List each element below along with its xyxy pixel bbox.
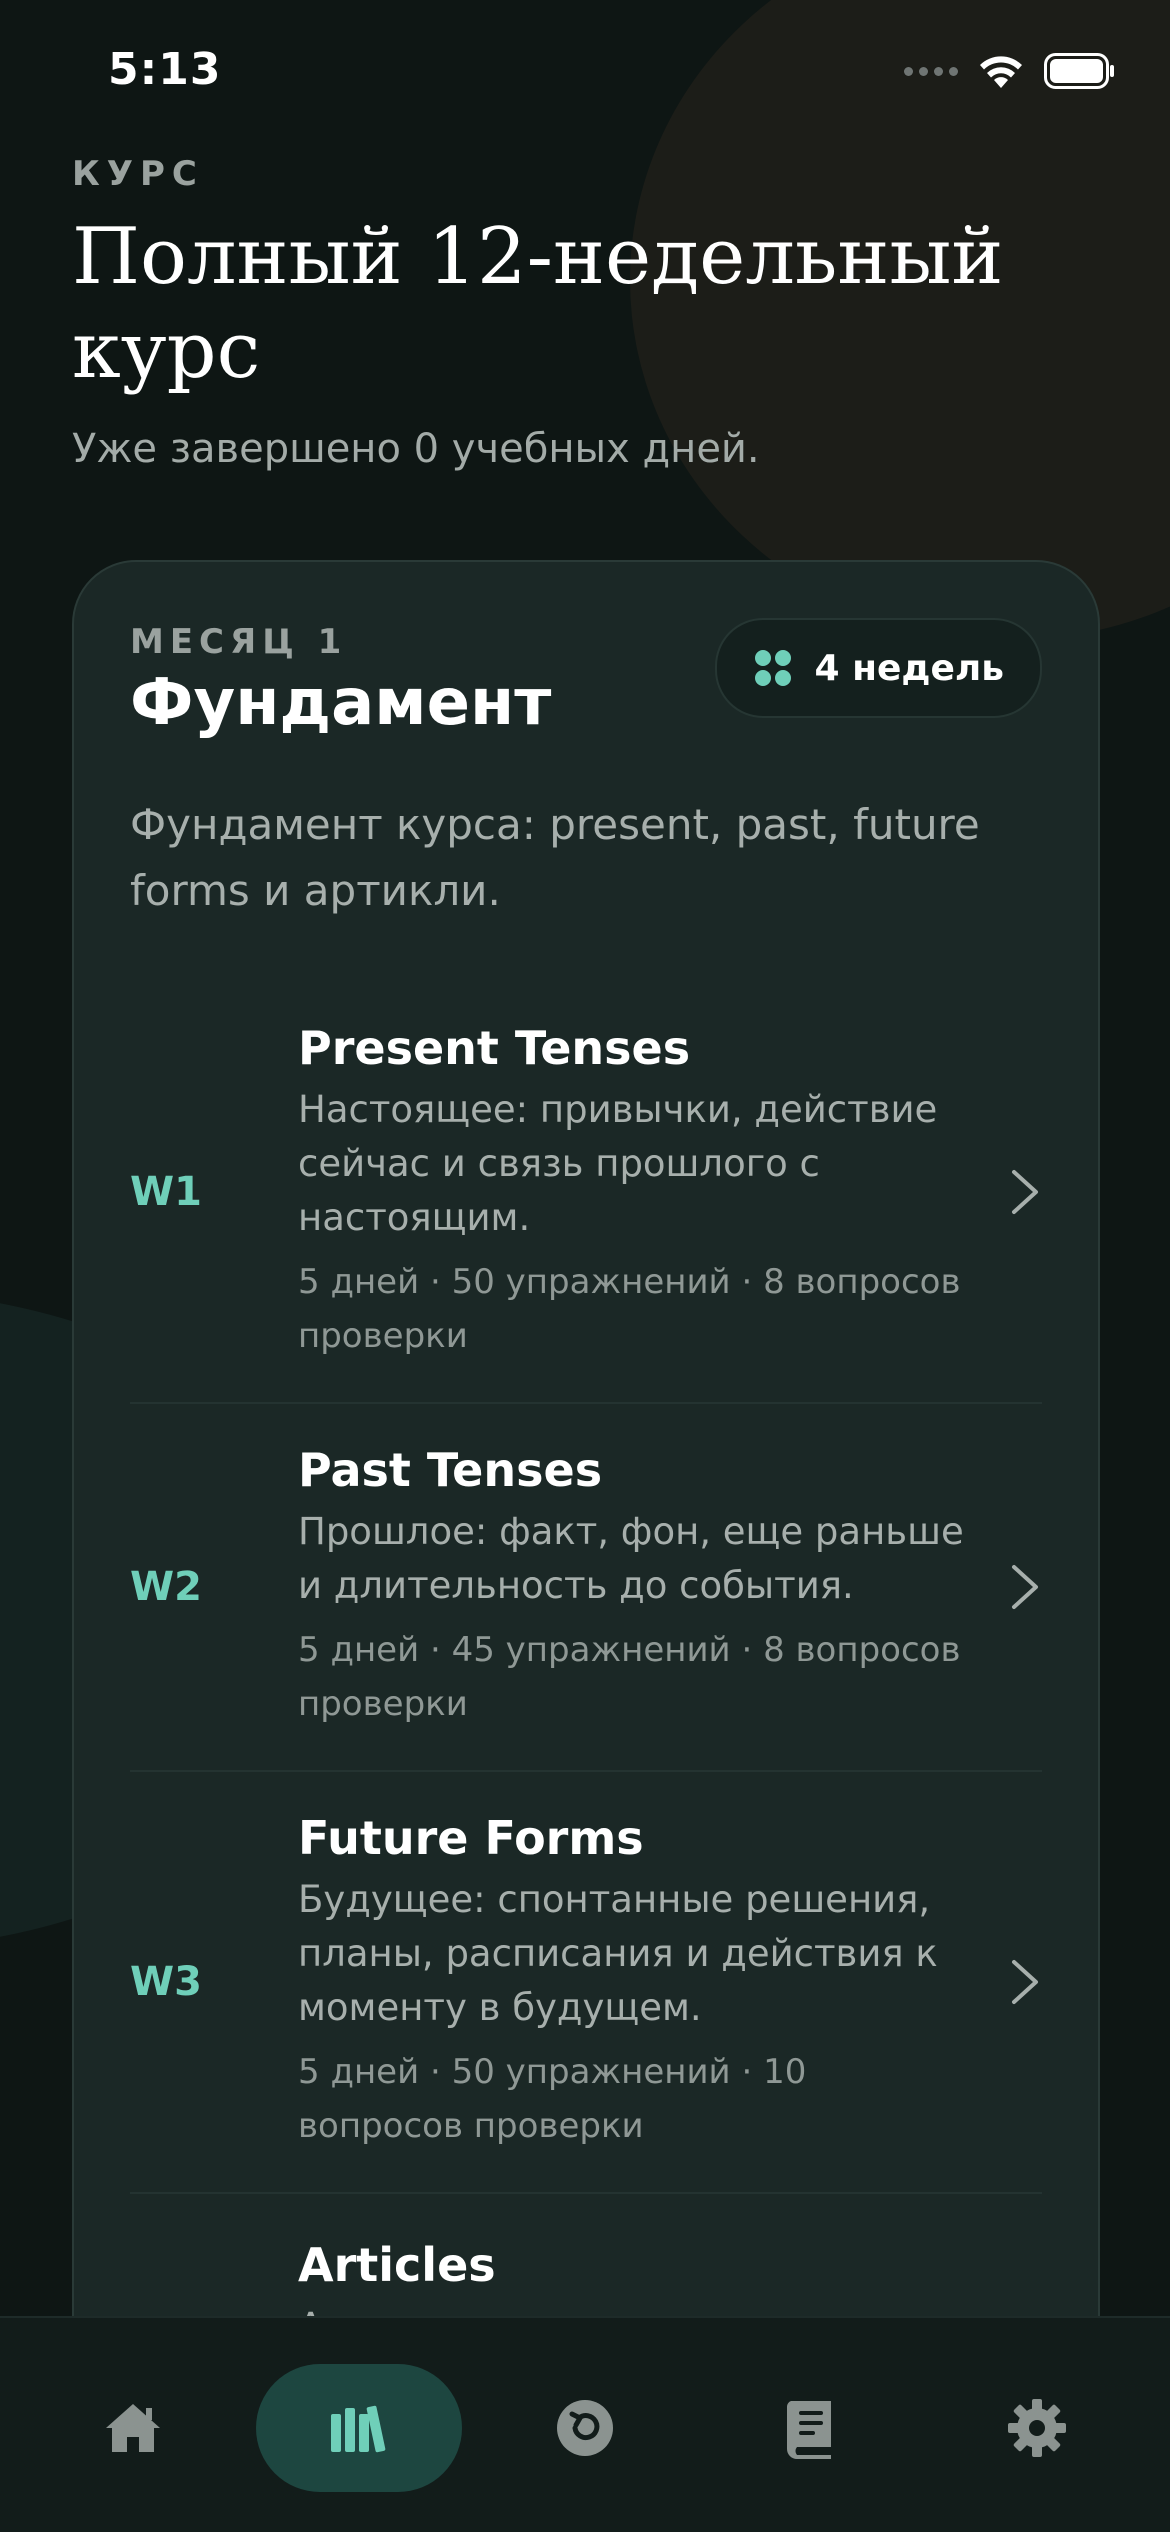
tab-bar <box>0 2316 1170 2532</box>
home-icon <box>106 2404 160 2452</box>
chevron-right-icon <box>1012 1565 1038 1609</box>
library-icon <box>331 2405 386 2453</box>
chevron-right-icon <box>1012 1170 1038 1214</box>
signal-icon <box>904 66 958 76</box>
week-row-w3[interactable]: W3 Future Forms Будущее: спонтанные реше… <box>130 1772 1042 2194</box>
week-description: Настоящее: привычки, действие сейчас и с… <box>298 1088 938 1239</box>
week-title: Present Tenses <box>298 1021 691 1075</box>
tab-home[interactable] <box>30 2364 236 2492</box>
month-card: МЕСЯЦ 1 Фундамент 4 недель Фундамент кур… <box>72 560 1100 2464</box>
battery-icon <box>1044 53 1114 89</box>
month-eyebrow: МЕСЯЦ 1 <box>130 622 348 662</box>
week-title: Future Forms <box>298 1811 644 1865</box>
week-row-w1[interactable]: W1 Present Tenses Настоящее: привычки, д… <box>130 982 1042 1404</box>
week-meta: 5 дней · 50 упражнений · 8 вопросов пров… <box>298 1262 961 1356</box>
status-time: 5:13 <box>108 44 222 95</box>
tab-library[interactable] <box>256 2364 462 2492</box>
weeks-count-label: 4 недель <box>814 647 1005 689</box>
gear-icon <box>1008 2399 1066 2457</box>
progress-summary: Уже завершено 0 учебных дней. <box>72 426 760 472</box>
weeks-count-badge: 4 недель <box>714 618 1042 718</box>
tab-history[interactable] <box>482 2364 688 2492</box>
week-meta: 5 дней · 50 упражнений · 10 вопросов про… <box>298 2052 807 2146</box>
status-icons <box>904 52 1116 90</box>
wifi-icon <box>980 56 1022 88</box>
page-title: Полный 12-недельный курс <box>72 212 1004 396</box>
history-icon <box>557 2400 613 2456</box>
week-code: W2 <box>130 1564 202 1610</box>
tab-dictionary[interactable] <box>708 2364 914 2492</box>
grid-icon <box>754 650 791 686</box>
week-title: Past Tenses <box>298 1443 603 1497</box>
week-code: W3 <box>130 1959 202 2005</box>
week-meta: 5 дней · 45 упражнений · 8 вопросов пров… <box>298 1630 961 1724</box>
week-row-w2[interactable]: W2 Past Tenses Прошлое: факт, фон, еще р… <box>130 1404 1042 1772</box>
month-description: Фундамент курса: present, past, future f… <box>130 800 980 915</box>
course-screen: 5:13 КУРС Полный 12-недельный курс Уже з… <box>0 0 1170 2532</box>
week-description: Прошлое: факт, фон, еще раньше и длитель… <box>298 1510 964 1607</box>
tab-settings[interactable] <box>934 2364 1140 2492</box>
week-description: Будущее: спонтанные решения, планы, расп… <box>298 1878 938 2029</box>
chevron-right-icon <box>1012 1960 1038 2004</box>
week-title: Articles <box>298 2238 496 2292</box>
month-title: Фундамент <box>130 666 552 740</box>
week-code: W1 <box>130 1169 202 1215</box>
week-list: W1 Present Tenses Настоящее: привычки, д… <box>130 982 1042 2462</box>
section-eyebrow: КУРС <box>72 154 204 194</box>
book-icon <box>786 2401 831 2459</box>
